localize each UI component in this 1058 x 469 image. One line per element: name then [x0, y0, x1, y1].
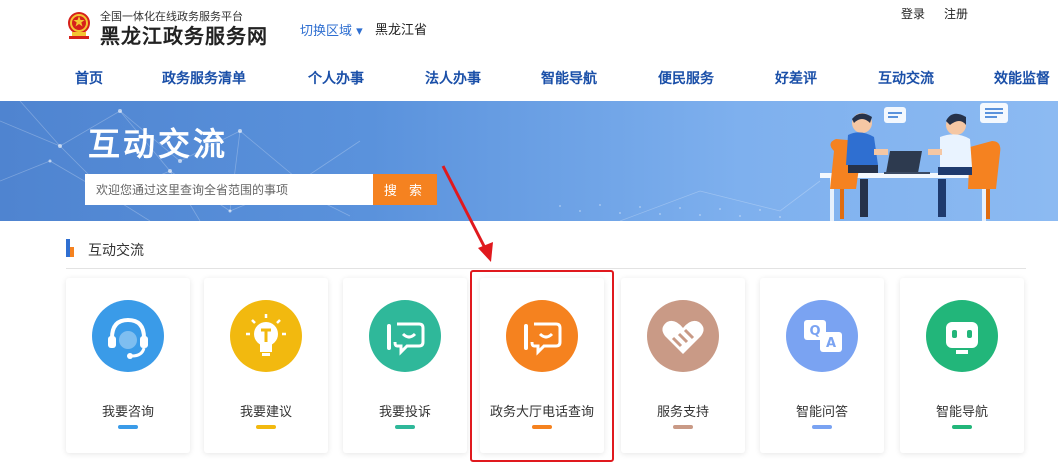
hero-banner: 互动交流 搜 索: [0, 101, 1058, 221]
main-nav: 首页 政务服务清单 个人办事 法人办事 智能导航 便民服务 好差评 互动交流 效…: [0, 62, 1058, 92]
card-smart-navigation[interactable]: 智能导航: [900, 278, 1024, 453]
current-region: 黑龙江省: [375, 23, 428, 38]
card-accent-bar: [395, 425, 415, 429]
svg-text:Q: Q: [809, 324, 820, 339]
nav-item-home[interactable]: 首页: [75, 68, 103, 88]
search-input[interactable]: [85, 174, 373, 205]
card-label: 我要咨询: [101, 405, 154, 420]
section-marker-accent: [70, 247, 74, 257]
region-switch-dropdown[interactable]: 切换区域 ▾: [300, 20, 363, 39]
nav-item-convenience[interactable]: 便民服务: [658, 68, 714, 88]
card-suggest[interactable]: 我要建议: [204, 278, 328, 453]
nav-item-service-list[interactable]: 政务服务清单: [162, 68, 246, 88]
card-service-support[interactable]: 服务支持: [621, 278, 745, 453]
register-link[interactable]: 注册: [944, 5, 968, 22]
section-title: 互动交流: [88, 243, 144, 259]
banner-title: 互动交流: [88, 125, 229, 163]
card-label: 智能导航: [935, 405, 988, 420]
handshake-heart-icon: [647, 300, 719, 372]
card-accent-bar: [118, 425, 138, 429]
login-link[interactable]: 登录: [901, 5, 925, 22]
headset-icon: [92, 300, 164, 372]
consultation-illustration: [820, 103, 1008, 221]
site-title[interactable]: 黑龙江政务服务网: [100, 20, 268, 49]
nav-item-interaction[interactable]: 互动交流: [878, 68, 934, 88]
qa-icon: Q A: [786, 300, 858, 372]
section-header: 互动交流: [66, 237, 1026, 269]
search-button[interactable]: 搜 索: [373, 174, 437, 205]
card-accent-bar: [952, 425, 972, 429]
robot-icon: [926, 300, 998, 372]
complaint-chat-icon: [369, 300, 441, 372]
card-accent-bar: [256, 425, 276, 429]
card-label: 智能问答: [795, 405, 848, 420]
card-smart-qa[interactable]: Q A 智能问答: [760, 278, 884, 453]
card-accent-bar: [673, 425, 693, 429]
card-label: 我要建议: [239, 405, 292, 420]
card-label: 我要投诉: [378, 405, 431, 420]
nav-item-legal-entity[interactable]: 法人办事: [425, 68, 481, 88]
national-emblem-icon: [68, 12, 90, 39]
nav-item-supervision[interactable]: 效能监督: [994, 68, 1050, 88]
nav-item-personal[interactable]: 个人办事: [308, 68, 364, 88]
card-accent-bar: [812, 425, 832, 429]
nav-item-smart-navigation[interactable]: 智能导航: [541, 68, 597, 88]
card-consult[interactable]: 我要咨询: [66, 278, 190, 453]
card-label: 服务支持: [656, 405, 709, 420]
lightbulb-icon: [230, 300, 302, 372]
highlight-frame: [470, 270, 614, 462]
svg-text:A: A: [826, 336, 836, 351]
card-complaint[interactable]: 我要投诉: [343, 278, 467, 453]
nav-item-rating[interactable]: 好差评: [775, 68, 817, 88]
site-header: 全国一体化在线政务服务平台 黑龙江政务服务网 切换区域 ▾ 黑龙江省 登录 注册: [0, 0, 1058, 55]
